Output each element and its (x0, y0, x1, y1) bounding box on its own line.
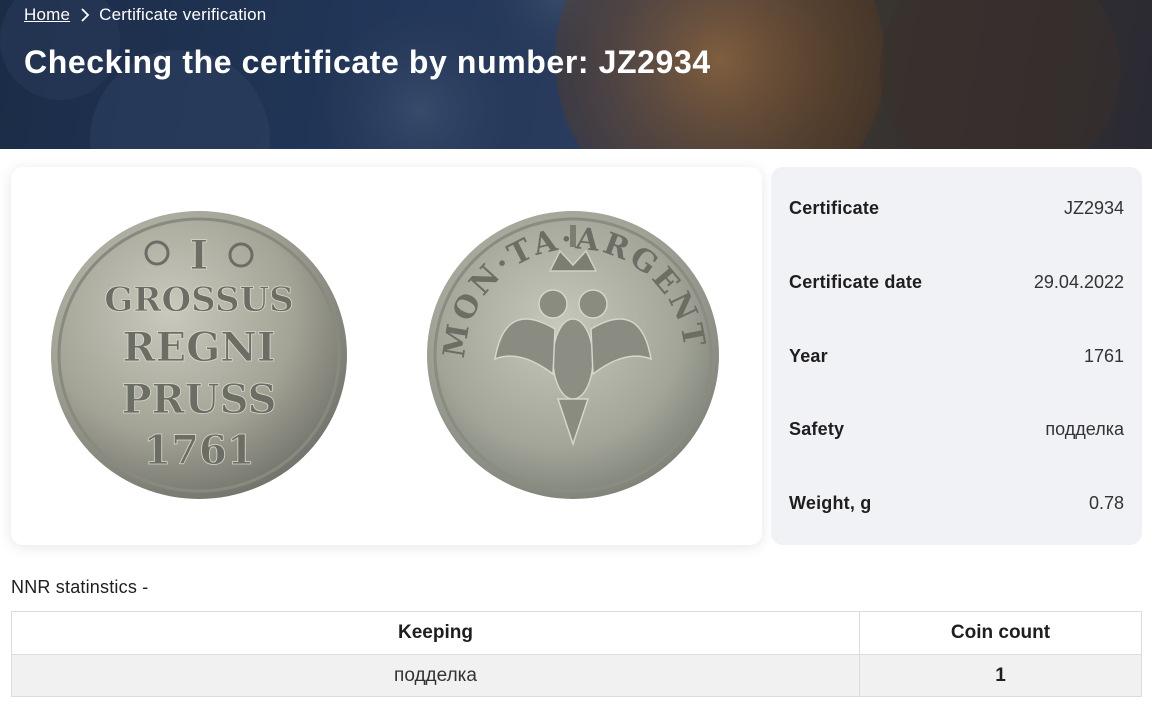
breadcrumb: Home Certificate verification (24, 5, 266, 25)
info-row-year: Year 1761 (789, 341, 1124, 371)
info-value: 0.78 (1088, 492, 1124, 513)
coin-obverse-line: REGNI (122, 324, 275, 371)
info-label: Certificate (789, 197, 880, 218)
info-row-certificate-date: Certificate date 29.04.2022 (789, 267, 1124, 297)
coin-reverse-image[interactable]: MON·TA·ARGENTEA (425, 209, 725, 501)
coin-obverse-line: 1761 (143, 427, 254, 474)
coin-obverse-line: PRUSS (121, 376, 276, 423)
info-label: Safety (789, 418, 845, 439)
coin-obverse-line: GROSSUS (104, 280, 293, 320)
column-header-coin-count: Coin count (859, 611, 1142, 655)
chevron-right-icon (81, 8, 90, 22)
cell-coin-count: 1 (859, 654, 1142, 697)
column-header-keeping: Keeping (11, 611, 860, 655)
coin-obverse-image[interactable]: I GROSSUS REGNI PRUSS 1761 (49, 209, 351, 501)
stats-table: Keeping Coin count подделка 1 (11, 611, 1142, 697)
info-label: Year (789, 345, 828, 366)
page-title: Checking the certificate by number: JZ29… (24, 44, 711, 80)
breadcrumb-home-link[interactable]: Home (24, 5, 70, 25)
coin-obverse-line: I (190, 232, 209, 279)
certificate-info-panel: Certificate JZ2934 Certificate date 29.0… (771, 167, 1142, 545)
info-value: 29.04.2022 (1033, 271, 1124, 292)
header-banner: Home Certificate verification Checking t… (0, 0, 1152, 149)
breadcrumb-current: Certificate verification (99, 5, 267, 24)
table-row: подделка 1 (11, 654, 1142, 697)
info-value: JZ2934 (1063, 197, 1124, 218)
coin-image-card: I GROSSUS REGNI PRUSS 1761 MON·TA·ARGENT… (11, 167, 762, 545)
info-value: подделка (1045, 418, 1124, 439)
info-label: Weight, g (789, 492, 872, 513)
cell-keeping: подделка (11, 654, 860, 697)
info-row-weight: Weight, g 0.78 (789, 488, 1124, 518)
info-value: 1761 (1083, 345, 1124, 366)
stats-label: NNR statinstics - (11, 577, 149, 597)
info-row-certificate: Certificate JZ2934 (789, 193, 1124, 223)
info-label: Certificate date (789, 271, 923, 292)
info-row-safety: Safety подделка (789, 414, 1124, 444)
table-header-row: Keeping Coin count (11, 611, 1142, 655)
